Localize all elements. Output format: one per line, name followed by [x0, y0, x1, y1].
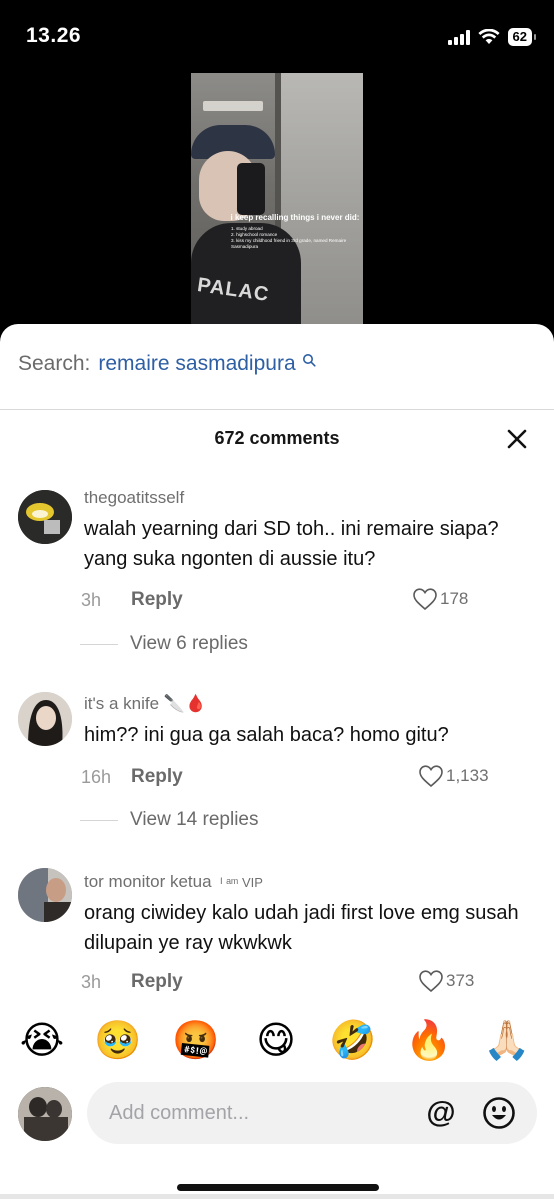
cellular-signal-icon: [447, 29, 470, 45]
view-replies-label: View 6 replies: [130, 633, 248, 654]
view-replies-label: View 14 replies: [130, 809, 259, 830]
video-caption: i keep recalling things i never did: 1. …: [229, 213, 361, 250]
wifi-icon: [477, 29, 500, 44]
bottom-peek-strip: [0, 1194, 554, 1199]
comment-text: walah yearning dari SD toh.. ini remaire…: [84, 518, 499, 570]
status-icons: 62: [447, 28, 536, 46]
emoji-folded-hands[interactable]: 🙏🏻: [483, 1018, 531, 1062]
comment-text: orang ciwidey kalo udah jadi first love …: [84, 902, 519, 954]
reply-button[interactable]: Reply: [131, 766, 183, 788]
video-caption-item: 3. kiss my childhood friend in 3rd grade…: [231, 238, 347, 249]
comment-item: it's a knife 🔪🩸 him?? ini gua ga salah b…: [0, 690, 554, 840]
comment-username[interactable]: it's a knife 🔪🩸: [84, 694, 206, 714]
emoji-quick-bar: 😭 🥹 🤬 😋 🤣 🔥 🙏🏻: [0, 1018, 554, 1068]
close-icon[interactable]: [506, 428, 528, 450]
search-suggestion[interactable]: Search: remaire sasmadipura: [18, 352, 316, 376]
heart-icon: [419, 970, 443, 993]
avatar[interactable]: [18, 490, 72, 544]
emoji-fire[interactable]: 🔥: [405, 1018, 453, 1062]
comment-username[interactable]: tor monitor ketua ᴵ ᵃᵐ VIP: [84, 872, 263, 892]
emoji-picker-icon[interactable]: [481, 1095, 517, 1131]
search-label: Search:: [18, 352, 91, 375]
emoji-loudly-crying[interactable]: 😭: [18, 1018, 66, 1062]
home-indicator: [177, 1184, 379, 1191]
comment-item: thegoatitsself walah yearning dari SD to…: [0, 486, 554, 666]
status-bar: 13.26 62: [0, 0, 554, 60]
comment-time: 3h: [81, 590, 102, 610]
search-icon: [302, 354, 316, 367]
avatar[interactable]: [18, 868, 72, 922]
comment-username[interactable]: thegoatitsself: [84, 488, 184, 508]
reply-button[interactable]: Reply: [131, 589, 183, 611]
comments-sheet: Search: remaire sasmadipura 672 comments…: [0, 324, 554, 1199]
comment-time: 16h: [81, 767, 112, 787]
like-button[interactable]: 1,133: [418, 764, 554, 788]
search-term-link[interactable]: remaire sasmadipura: [98, 352, 295, 376]
heart-icon: [419, 765, 443, 788]
comments-count-title: 672 comments: [214, 428, 340, 448]
video-thumbnail[interactable]: PALAC i keep recalling things i never di…: [191, 73, 363, 325]
comment-text: him?? ini gua ga salah baca? homo gitu?: [84, 724, 449, 746]
reply-button[interactable]: Reply: [131, 971, 183, 993]
battery-icon: 62: [507, 28, 536, 46]
video-caption-title: i keep recalling things i never did:: [230, 213, 360, 222]
divider: [0, 409, 554, 410]
like-count: 373: [446, 971, 475, 990]
comment-input[interactable]: [87, 1082, 537, 1144]
status-time: 13.26: [26, 24, 82, 47]
emoji-cursing[interactable]: 🤬: [172, 1018, 220, 1062]
comment-time: 3h: [81, 972, 102, 992]
phone-shape: [237, 163, 265, 215]
like-button[interactable]: 373: [418, 969, 554, 993]
my-avatar[interactable]: [18, 1087, 72, 1141]
battery-level: 62: [507, 28, 532, 46]
avatar[interactable]: [18, 692, 72, 746]
heart-icon: [413, 588, 437, 611]
view-replies-button[interactable]: View 14 replies: [80, 809, 259, 831]
comment-username-text: tor monitor ketua: [84, 872, 212, 891]
comment-item: tor monitor ketua ᴵ ᵃᵐ VIP orang ciwidey…: [0, 868, 554, 998]
like-button[interactable]: 178: [412, 587, 554, 611]
mention-button[interactable]: @: [424, 1096, 458, 1130]
emoji-rofl[interactable]: 🤣: [329, 1018, 377, 1062]
view-replies-button[interactable]: View 6 replies: [80, 633, 248, 655]
emoji-pleading[interactable]: 🥹: [94, 1018, 142, 1062]
comment-composer: @: [0, 1082, 554, 1146]
vip-badge: ᴵ ᵃᵐ VIP: [220, 875, 263, 890]
emoji-yum[interactable]: 😋: [252, 1018, 300, 1062]
like-count: 1,133: [446, 766, 489, 785]
like-count: 178: [440, 589, 469, 608]
